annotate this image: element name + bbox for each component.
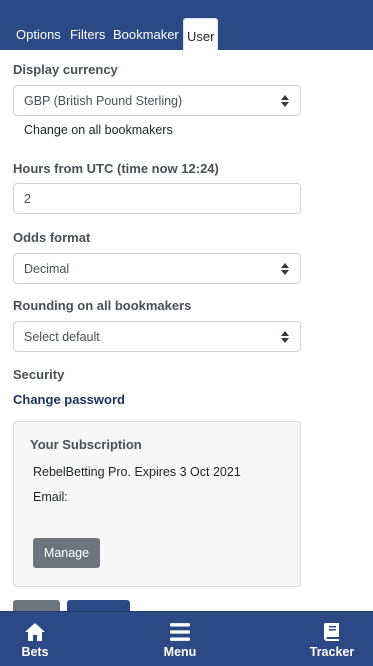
- home-icon: [25, 623, 45, 641]
- tab-user[interactable]: User: [183, 18, 218, 50]
- rounding-select[interactable]: Select default: [13, 321, 301, 352]
- tab-options[interactable]: Options: [16, 27, 61, 42]
- subscription-plan: RebelBetting Pro. Expires 3 Oct 2021: [33, 465, 241, 479]
- nav-tracker[interactable]: Tracker: [306, 612, 358, 666]
- odds-format-value: Decimal: [24, 262, 70, 276]
- tab-filters[interactable]: Filters: [70, 27, 105, 42]
- book-icon: [324, 623, 339, 641]
- select-arrows-icon: [281, 95, 289, 107]
- utc-label: Hours from UTC (time now 12:24): [13, 161, 219, 176]
- currency-label: Display currency: [13, 62, 118, 77]
- nav-bets-label: Bets: [21, 645, 49, 659]
- security-heading: Security: [13, 367, 65, 382]
- nav-tracker-label: Tracker: [309, 645, 355, 659]
- utc-input-value: 2: [24, 192, 31, 206]
- manage-subscription-button[interactable]: Manage: [33, 538, 100, 568]
- subscription-email-label: Email:: [33, 490, 68, 504]
- nav-bets[interactable]: Bets: [10, 612, 60, 666]
- change-password-link[interactable]: Change password: [13, 392, 125, 407]
- odds-format-select[interactable]: Decimal: [13, 253, 301, 284]
- select-arrows-icon: [281, 263, 289, 275]
- settings-tab-bar: Options Filters Bookmaker User: [0, 0, 373, 50]
- odds-format-label: Odds format: [13, 230, 91, 245]
- utc-input[interactable]: 2: [13, 183, 301, 214]
- subscription-title: Your Subscription: [30, 437, 142, 452]
- bottom-nav: Bets Menu Tracker: [0, 611, 373, 666]
- rounding-label: Rounding on all bookmakers: [13, 298, 192, 313]
- subscription-card: Your Subscription RebelBetting Pro. Expi…: [13, 421, 301, 587]
- nav-menu[interactable]: Menu: [155, 612, 205, 666]
- tab-bookmaker[interactable]: Bookmaker: [113, 27, 179, 42]
- change-all-bookmakers-link[interactable]: Change on all bookmakers: [24, 123, 173, 137]
- nav-menu-label: Menu: [163, 645, 197, 659]
- select-arrows-icon: [281, 331, 289, 343]
- rounding-value: Select default: [24, 330, 100, 344]
- currency-select-value: GBP (British Pound Sterling): [24, 94, 183, 108]
- currency-select[interactable]: GBP (British Pound Sterling): [13, 85, 301, 116]
- hamburger-icon: [170, 623, 190, 641]
